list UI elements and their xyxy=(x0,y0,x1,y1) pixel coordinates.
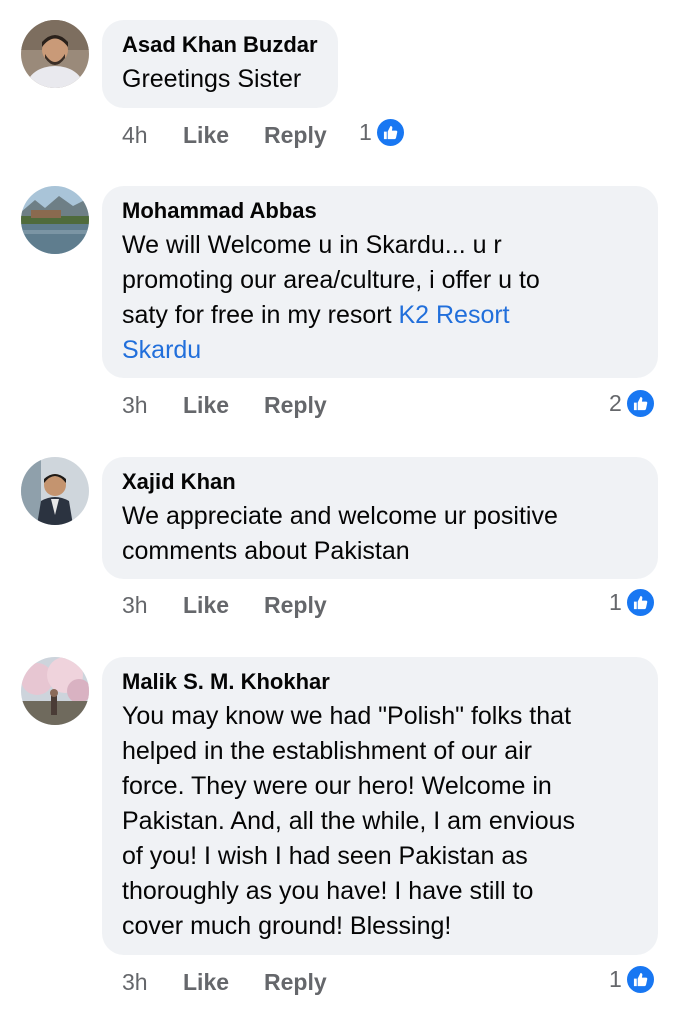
comment-text: You may know we had "Polish" folks that … xyxy=(122,702,576,940)
reply-button[interactable]: Reply xyxy=(264,120,327,150)
reaction-summary[interactable]: 1 xyxy=(359,116,406,148)
reaction-summary[interactable]: 1 xyxy=(609,586,656,618)
avatar[interactable] xyxy=(21,457,89,525)
reaction-count: 2 xyxy=(609,389,622,416)
comment-text: Greetings Sister xyxy=(122,65,302,93)
reaction-summary[interactable]: 2 xyxy=(609,387,656,419)
like-button[interactable]: Like xyxy=(183,967,229,997)
like-button[interactable]: Like xyxy=(183,120,229,150)
reaction-summary[interactable]: 1 xyxy=(609,963,656,995)
comment-bubble: Asad Khan Buzdar Greetings Sister xyxy=(102,20,338,108)
reaction-count: 1 xyxy=(609,588,622,615)
comment-timestamp[interactable]: 3h xyxy=(122,590,148,620)
comment-bubble: Xajid Khan We appreciate and welcome ur … xyxy=(102,457,658,579)
comment-author[interactable]: Malik S. M. Khokhar xyxy=(122,668,638,696)
comment-text: We appreciate and welcome ur positive co… xyxy=(122,502,558,565)
comment-actions: 3h Like Reply xyxy=(122,590,662,620)
comment-text: We will Welcome u in Skardu... u r promo… xyxy=(122,228,638,368)
like-button[interactable]: Like xyxy=(183,390,229,420)
comment-timestamp[interactable]: 3h xyxy=(122,967,148,997)
reply-button[interactable]: Reply xyxy=(264,967,327,997)
reply-button[interactable]: Reply xyxy=(264,390,327,420)
comment-author[interactable]: Xajid Khan xyxy=(122,468,638,496)
comment-actions: 3h Like Reply xyxy=(122,967,662,997)
comment-bubble: Mohammad Abbas We will Welcome u in Skar… xyxy=(102,186,658,378)
reaction-count: 1 xyxy=(359,118,372,145)
reply-button[interactable]: Reply xyxy=(264,590,327,620)
like-icon xyxy=(374,116,406,148)
reaction-count: 1 xyxy=(609,965,622,992)
comment-actions: 3h Like Reply xyxy=(122,390,662,420)
avatar[interactable] xyxy=(21,657,89,725)
like-icon xyxy=(624,387,656,419)
like-button[interactable]: Like xyxy=(183,590,229,620)
like-icon xyxy=(624,963,656,995)
comment-bubble: Malik S. M. Khokhar You may know we had … xyxy=(102,657,658,955)
avatar[interactable] xyxy=(21,186,89,254)
comment-timestamp[interactable]: 4h xyxy=(122,120,148,150)
avatar[interactable] xyxy=(21,20,89,88)
comment-author[interactable]: Mohammad Abbas xyxy=(122,197,638,225)
comment-timestamp[interactable]: 3h xyxy=(122,390,148,420)
comment-author[interactable]: Asad Khan Buzdar xyxy=(122,31,318,59)
like-icon xyxy=(624,586,656,618)
